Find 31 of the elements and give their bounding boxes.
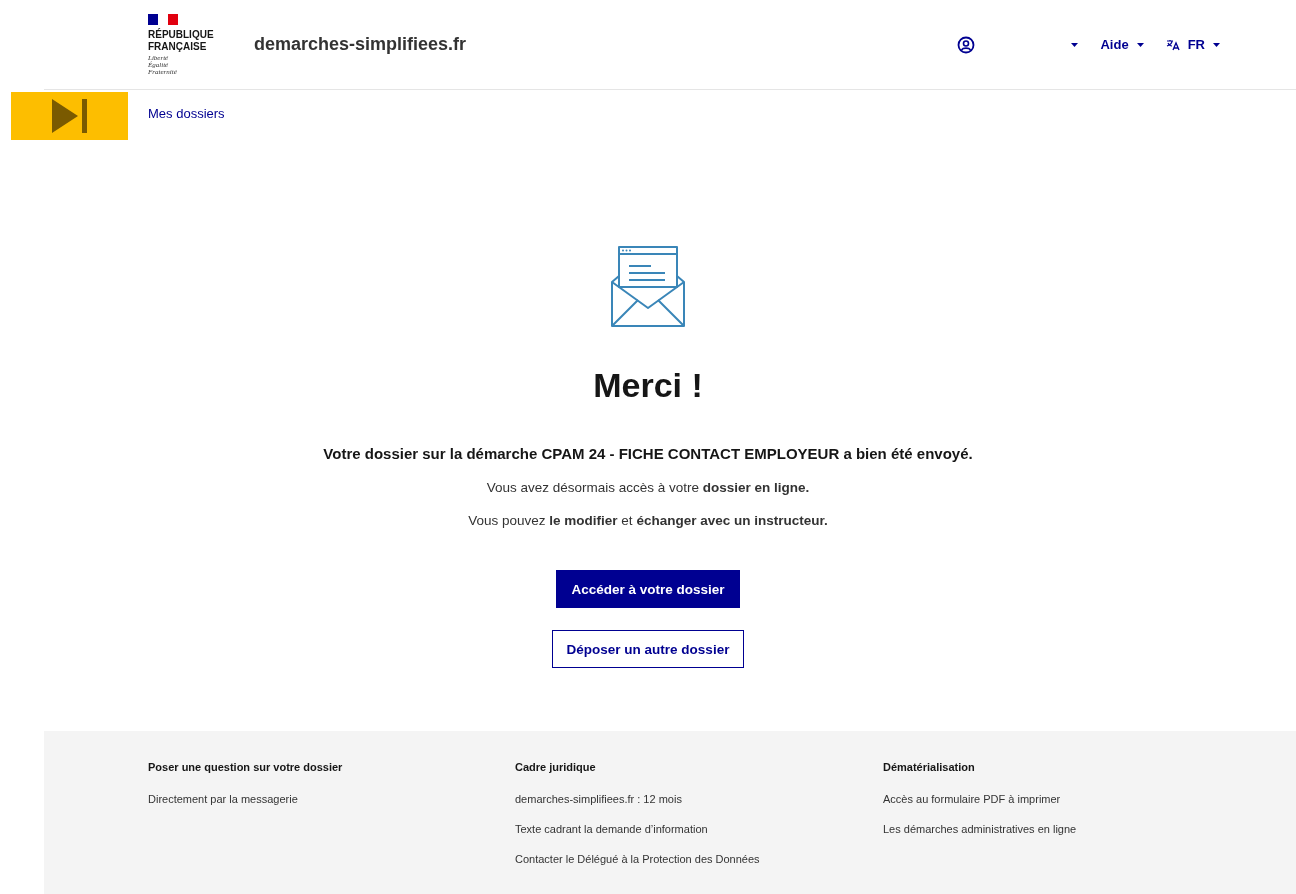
language-menu[interactable]: FR [1165, 37, 1220, 52]
footer-link[interactable]: Contacter le Délégué à la Protection des Données [515, 853, 883, 865]
skip-button[interactable] [11, 92, 128, 140]
access-file-button[interactable]: Accéder à votre dossier [556, 570, 740, 608]
footer-heading: Poser une question sur votre dossier [148, 761, 344, 773]
footer-link[interactable]: demarches-simplifiees.fr : 12 mois [515, 793, 883, 805]
brand-name: RÉPUBLIQUE [148, 28, 215, 41]
confirmation-message: Votre dossier sur la démarche CPAM 24 - FICHE CONTACT EMPLOYEUR a bien été envoyé. [323, 445, 973, 462]
caret-icon [1136, 42, 1144, 47]
info-text: Vous pouvez le modifier et échanger avec un instructeur. [468, 513, 828, 528]
breadcrumb-link[interactable]: Mes dossiers [148, 106, 225, 121]
new-file-button[interactable]: Déposer un autre dossier [551, 630, 745, 668]
footer-link[interactable]: Directement par la messagerie [148, 793, 515, 805]
info-text: Vous avez désormais accès à votre dossier en ligne. [486, 480, 810, 495]
caret-icon [1213, 42, 1220, 47]
site-name[interactable]: demarches-simplifiees.fr [254, 34, 467, 55]
footer-heading: Dématérialisation [883, 761, 976, 773]
flag-icon [148, 13, 178, 25]
envelope-icon [611, 246, 685, 328]
help-menu[interactable]: Aide [1100, 37, 1144, 52]
brand-name: FRANÇAISE [148, 40, 208, 53]
footer-link[interactable]: Les démarches administratives en ligne [883, 823, 1296, 835]
skip-icon [51, 99, 88, 133]
user-icon [957, 35, 976, 54]
translate-icon [1165, 38, 1180, 51]
footer-heading: Cadre juridique [515, 761, 597, 773]
account-menu[interactable] [957, 35, 1079, 54]
page-title: Merci ! [593, 366, 703, 405]
footer-link[interactable]: Accès au formulaire PDF à imprimer [883, 793, 1296, 805]
caret-icon [1071, 42, 1079, 47]
footer-link[interactable]: Texte cadrant la demande d’information [515, 823, 883, 835]
